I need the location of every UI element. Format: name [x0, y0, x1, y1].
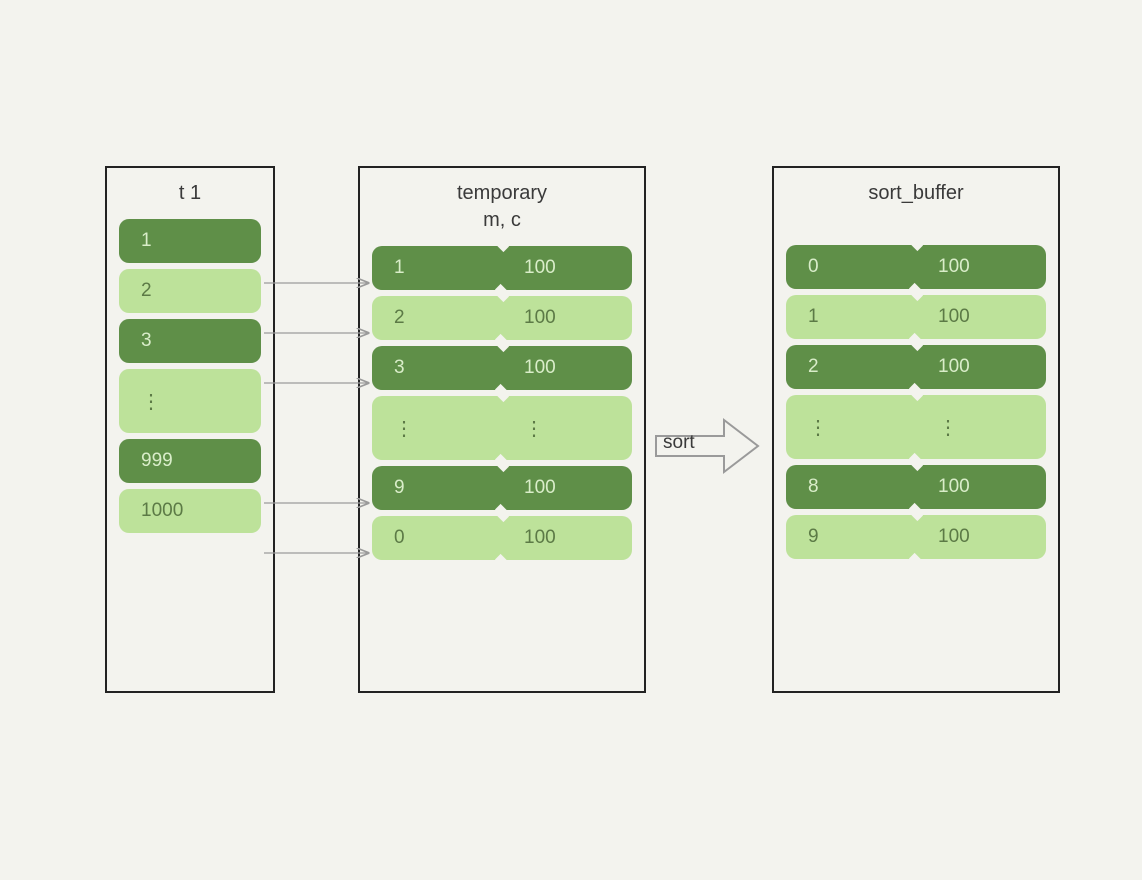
sortbuf-cell-m: 1 — [786, 295, 916, 339]
temporary-cell-c: 100 — [502, 516, 632, 560]
sortbuf-cell-c: 100 — [916, 295, 1046, 339]
t1-cell: 3 — [141, 330, 152, 352]
temporary-row: 9 100 — [372, 466, 632, 510]
sortbuf-ellipsis-row: ⋮ ⋮ — [786, 395, 1046, 459]
panel-temporary-rows: 1 100 2 100 3 100 ⋮ ⋮ 9 100 0 100 — [360, 240, 644, 560]
temporary-cell-m: 9 — [372, 466, 502, 510]
panel-t1-rows: 1 2 3 ⋮ 999 1000 — [107, 213, 273, 533]
sortbuf-cell-c: 100 — [916, 465, 1046, 509]
temporary-ellipsis: ⋮ — [372, 396, 502, 460]
panel-temporary: temporary m, c 1 100 2 100 3 100 ⋮ ⋮ 9 1… — [358, 166, 646, 693]
sortbuf-row: 8 100 — [786, 465, 1046, 509]
sortbuf-row: 1 100 — [786, 295, 1046, 339]
temporary-cell-c: 100 — [502, 296, 632, 340]
temporary-cell-m: 3 — [372, 346, 502, 390]
t1-cell: 999 — [141, 450, 173, 472]
t1-row: 2 — [119, 269, 261, 313]
sortbuf-cell-c: 100 — [916, 345, 1046, 389]
panel-sort-buffer-rows: 0 100 1 100 2 100 ⋮ ⋮ 8 100 9 100 — [774, 239, 1058, 559]
panel-t1: t 1 1 2 3 ⋮ 999 1000 — [105, 166, 275, 693]
temporary-ellipsis-row: ⋮ ⋮ — [372, 396, 632, 460]
panel-t1-title: t 1 — [107, 168, 273, 213]
sortbuf-cell-m: 8 — [786, 465, 916, 509]
t1-row: 3 — [119, 319, 261, 363]
t1-cell: 1 — [141, 230, 152, 252]
temporary-cell-c: 100 — [502, 346, 632, 390]
sortbuf-row: 9 100 — [786, 515, 1046, 559]
sortbuf-row: 2 100 — [786, 345, 1046, 389]
panel-temporary-title: temporary m, c — [360, 168, 644, 240]
sortbuf-cell-m: 9 — [786, 515, 916, 559]
sortbuf-cell-c: 100 — [916, 515, 1046, 559]
temporary-ellipsis: ⋮ — [502, 396, 632, 460]
sortbuf-cell-c: 100 — [916, 245, 1046, 289]
sortbuf-cell-m: 2 — [786, 345, 916, 389]
temporary-cell-m: 1 — [372, 246, 502, 290]
t1-row: 999 — [119, 439, 261, 483]
panel-sort-buffer: sort_buffer 0 100 1 100 2 100 ⋮ ⋮ 8 100 … — [772, 166, 1060, 693]
sortbuf-row: 0 100 — [786, 245, 1046, 289]
t1-cell: 2 — [141, 280, 152, 302]
t1-ellipsis: ⋮ — [119, 369, 261, 433]
temporary-cell-m: 0 — [372, 516, 502, 560]
temporary-row: 0 100 — [372, 516, 632, 560]
t1-cell: 1000 — [141, 500, 183, 522]
temporary-cell-c: 100 — [502, 466, 632, 510]
temporary-cell-m: 2 — [372, 296, 502, 340]
temporary-cell-c: 100 — [502, 246, 632, 290]
temporary-row: 1 100 — [372, 246, 632, 290]
sortbuf-cell-m: 0 — [786, 245, 916, 289]
sort-arrow-label: sort — [663, 432, 695, 454]
sortbuf-ellipsis: ⋮ — [786, 395, 916, 459]
panel-sort-buffer-title: sort_buffer — [774, 168, 1058, 213]
t1-ellipsis-row: ⋮ — [119, 369, 261, 433]
temporary-row: 3 100 — [372, 346, 632, 390]
temporary-row: 2 100 — [372, 296, 632, 340]
t1-row: 1 — [119, 219, 261, 263]
sortbuf-ellipsis: ⋮ — [916, 395, 1046, 459]
t1-row: 1000 — [119, 489, 261, 533]
